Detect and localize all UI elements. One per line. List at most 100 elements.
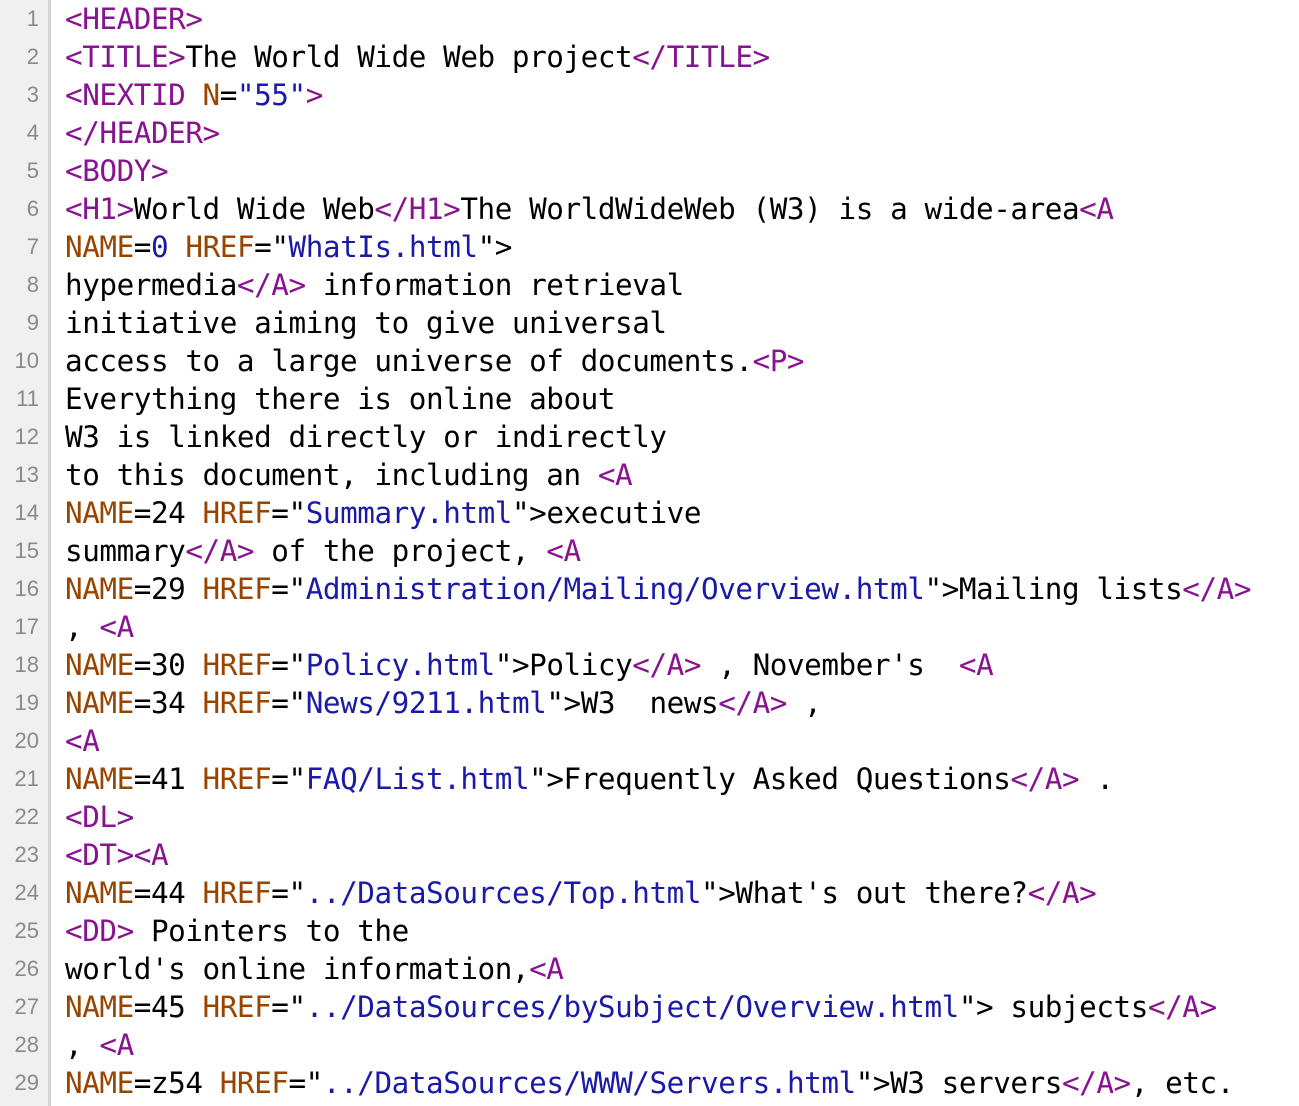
line-number: 20 [14, 728, 39, 753]
code-line[interactable]: NAME=44 HREF="../DataSources/Top.html">W… [65, 874, 1299, 912]
string-token: ../DataSources/bySubject/Overview.html [305, 990, 960, 1024]
html-tag-token: </A> [632, 648, 702, 682]
string-token: Policy.html [305, 648, 496, 682]
html-tag-token: </A> [1061, 1066, 1131, 1100]
text-token: =" [271, 876, 306, 910]
code-line[interactable]: <BODY> [65, 152, 1299, 190]
code-line[interactable]: <DT><A [65, 836, 1299, 874]
html-tag-token: </A> [185, 534, 255, 568]
line-number: 14 [14, 500, 39, 525]
code-line[interactable]: access to a large universe of documents.… [65, 342, 1299, 380]
line-number: 7 [26, 234, 39, 259]
code-area[interactable]: <HEADER> <TITLE>The World Wide Web projec… [51, 0, 1299, 1106]
text-token: =z54 [133, 1066, 220, 1100]
code-line[interactable]: hypermedia</A> information retrieval [65, 266, 1299, 304]
code-line[interactable]: <TITLE>The World Wide Web project</TITLE… [65, 38, 1299, 76]
html-tag-token: <DT><A [65, 838, 169, 872]
line-number: 27 [14, 994, 39, 1019]
code-line[interactable]: world's online information,<A [65, 950, 1299, 988]
attribute-token: HREF [202, 572, 272, 606]
text-token: =" [271, 572, 306, 606]
html-tag-token: <DL> [65, 800, 134, 834]
code-line[interactable]: W3 is linked directly or indirectly [65, 418, 1299, 456]
text-token: =24 [133, 496, 203, 530]
code-line[interactable]: NAME=0 HREF="WhatIs.html"> [65, 228, 1299, 266]
code-line[interactable]: Everything there is online about [65, 380, 1299, 418]
line-number: 3 [26, 82, 39, 107]
text-token: ">Policy [494, 648, 633, 682]
text-token: information retrieval [305, 268, 684, 302]
line-number: 24 [14, 880, 39, 905]
attribute-token: NAME [65, 648, 134, 682]
html-tag-token: </H1> [374, 192, 461, 226]
code-line[interactable]: to this document, including an <A [65, 456, 1299, 494]
code-line[interactable]: , <A [65, 1026, 1299, 1064]
text-token: ">What's out there? [701, 876, 1028, 910]
html-tag-token: <A [546, 534, 581, 568]
code-line[interactable]: NAME=41 HREF="FAQ/List.html">Frequently … [65, 760, 1299, 798]
html-tag-token: > [305, 78, 324, 112]
text-token: =34 [133, 686, 203, 720]
attribute-token: HREF [185, 230, 255, 264]
code-line[interactable]: NAME=z54 HREF="../DataSources/WWW/Server… [65, 1064, 1299, 1102]
attribute-token: NAME [65, 496, 134, 530]
line-number: 23 [14, 842, 39, 867]
html-tag-token: </HEADER> [65, 116, 220, 150]
string-token: ../DataSources/WWW/Servers.html [322, 1066, 856, 1100]
attribute-token: HREF [202, 876, 272, 910]
text-token: , [65, 1028, 100, 1062]
code-line[interactable]: NAME=24 HREF="Summary.html">executive [65, 494, 1299, 532]
text-token: World Wide Web [133, 192, 375, 226]
code-line[interactable]: summary</A> of the project, <A [65, 532, 1299, 570]
text-token: , November's [701, 648, 959, 682]
html-tag-token: </A> [1147, 990, 1217, 1024]
code-line[interactable]: <HEADER> [65, 0, 1299, 38]
line-number: 19 [14, 690, 39, 715]
attribute-token: HREF [219, 1066, 289, 1100]
string-token: ../DataSources/Top.html [305, 876, 702, 910]
html-tag-token: <A [597, 458, 633, 492]
attribute-token: HREF [202, 648, 272, 682]
code-line[interactable]: </HEADER> [65, 114, 1299, 152]
html-tag-token: <A [529, 952, 564, 986]
html-tag-token: <A [1079, 192, 1114, 226]
line-number: 4 [26, 120, 39, 145]
text-token: ">Mailing lists [924, 572, 1183, 606]
code-line[interactable]: NAME=29 HREF="Administration/Mailing/Ove… [65, 570, 1299, 608]
line-number: 29 [14, 1070, 39, 1095]
code-line[interactable]: <A [65, 722, 1299, 760]
code-line[interactable]: NAME=45 HREF="../DataSources/bySubject/O… [65, 988, 1299, 1026]
line-number-gutter: 1 2 3 4 5 6 7 8 9 10 11 12 13 14 15 16 17 18 19 20 21 22 23 24 2… [0, 0, 51, 1106]
text-token: =" [271, 686, 306, 720]
text-token: "> subjects [958, 990, 1149, 1024]
line-number: 17 [14, 614, 39, 639]
code-line[interactable]: <DD> Pointers to the [65, 912, 1299, 950]
code-line[interactable]: NAME=30 HREF="Policy.html">Policy</A> , … [65, 646, 1299, 684]
code-line[interactable]: NAME=34 HREF="News/9211.html">W3 news</A… [65, 684, 1299, 722]
text-token: =" [288, 1066, 323, 1100]
code-editor[interactable]: 1 2 3 4 5 6 7 8 9 10 11 12 13 14 15 16 17 18 19 20 21 22 23 24 2… [0, 0, 1299, 1106]
text-token: Everything there is online about [65, 382, 616, 416]
line-number: 11 [16, 386, 39, 411]
text-token: The WorldWideWeb (W3) is a wide-area [460, 192, 1080, 226]
html-tag-token: </TITLE> [632, 40, 770, 74]
code-line[interactable]: initiative aiming to give universal [65, 304, 1299, 342]
code-line[interactable]: <H1>World Wide Web</H1>The WorldWideWeb … [65, 190, 1299, 228]
line-number: 9 [26, 310, 39, 335]
html-tag-token: <TITLE> [65, 40, 186, 74]
html-tag-token: </A> [1010, 762, 1080, 796]
attribute-token: HREF [202, 686, 272, 720]
text-token: =" [271, 990, 306, 1024]
attribute-token: HREF [202, 990, 272, 1024]
html-tag-token: </A> [1182, 572, 1252, 606]
code-line[interactable]: <NEXTID N="55"> [65, 76, 1299, 114]
text-token: , [65, 610, 100, 644]
html-tag-token: <NEXTID [65, 78, 203, 112]
html-tag-token: <HEADER> [65, 2, 203, 36]
string-token: WhatIs.html [288, 230, 479, 264]
code-line[interactable]: , <A [65, 608, 1299, 646]
code-line[interactable]: <DL> [65, 798, 1299, 836]
html-tag-token: <H1> [65, 192, 134, 226]
text-token: world's online information, [65, 952, 530, 986]
text-token: W3 is linked directly or indirectly [65, 420, 667, 454]
